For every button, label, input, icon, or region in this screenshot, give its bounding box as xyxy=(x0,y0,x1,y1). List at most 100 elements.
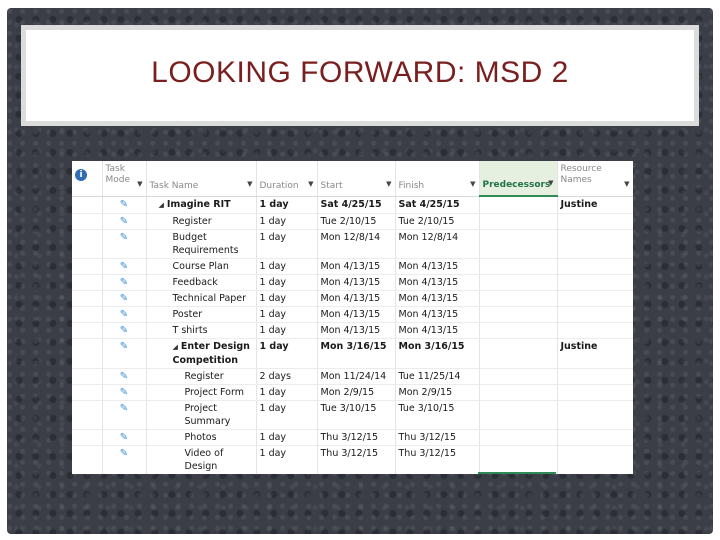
resource-cell[interactable] xyxy=(557,445,633,474)
resource-names-header[interactable]: Resource Names ▼ xyxy=(557,161,633,197)
resource-cell[interactable] xyxy=(557,322,633,339)
start-cell[interactable]: Thu 3/12/15 xyxy=(317,445,396,474)
table-row[interactable]: ✎ T shirts 1 day Mon 4/13/15 Mon 4/13/15 xyxy=(72,322,633,339)
resource-cell[interactable] xyxy=(557,213,633,230)
duration-cell[interactable]: 1 day xyxy=(256,322,318,339)
row-info-cell[interactable] xyxy=(72,196,103,214)
predecessors-cell[interactable] xyxy=(479,229,558,259)
resource-cell[interactable]: Justine xyxy=(557,338,633,369)
resource-cell[interactable] xyxy=(557,400,633,430)
resource-cell[interactable] xyxy=(557,274,633,291)
table-row[interactable]: ✎ Poster 1 day Mon 4/13/15 Mon 4/13/15 xyxy=(72,306,633,323)
predecessors-cell[interactable] xyxy=(479,306,558,323)
start-cell[interactable]: Mon 12/8/14 xyxy=(317,229,396,259)
info-header[interactable]: i xyxy=(72,161,103,197)
duration-cell[interactable]: 1 day xyxy=(256,384,318,401)
task-name-cell[interactable]: Poster xyxy=(146,306,257,323)
finish-cell[interactable]: Sat 4/25/15 xyxy=(395,196,480,214)
predecessors-cell[interactable] xyxy=(479,384,558,401)
finish-cell[interactable]: Mon 4/13/15 xyxy=(395,258,480,275)
row-info-cell[interactable] xyxy=(72,322,103,339)
task-name-cell[interactable]: Photos xyxy=(146,429,257,446)
duration-cell[interactable]: 1 day xyxy=(256,274,318,291)
row-info-cell[interactable] xyxy=(72,400,103,430)
finish-cell[interactable]: Thu 3/12/15 xyxy=(395,445,480,474)
predecessors-cell[interactable] xyxy=(479,368,558,385)
task-mode-header[interactable]: Task Mode ▼ xyxy=(102,161,147,197)
collapse-triangle-icon[interactable]: ◢ xyxy=(159,201,164,209)
row-info-cell[interactable] xyxy=(72,429,103,446)
predecessors-cell[interactable] xyxy=(479,258,558,275)
table-row[interactable]: ✎ Project Summary 1 day Tue 3/10/15 Tue 3/10… xyxy=(72,400,633,430)
predecessors-cell[interactable] xyxy=(479,400,558,430)
finish-cell[interactable]: Tue 2/10/15 xyxy=(395,213,480,230)
table-row[interactable]: ✎ Budget Requirements 1 day Mon 12/8/14 Mon … xyxy=(72,229,633,259)
task-name-cell[interactable]: Project Form xyxy=(146,384,257,401)
table-row[interactable]: ✎ Photos 1 day Thu 3/12/15 Thu 3/12/15 xyxy=(72,429,633,446)
table-row[interactable]: ✎ Course Plan 1 day Mon 4/13/15 Mon 4/13/15 xyxy=(72,258,633,275)
row-info-cell[interactable] xyxy=(72,384,103,401)
duration-cell[interactable]: 1 day xyxy=(256,338,318,369)
predecessors-cell[interactable] xyxy=(479,338,558,369)
duration-cell[interactable]: 2 days xyxy=(256,368,318,385)
dropdown-arrow-icon[interactable]: ▼ xyxy=(624,179,629,190)
row-info-cell[interactable] xyxy=(72,229,103,259)
task-name-header[interactable]: Task Name ▼ xyxy=(146,161,257,197)
duration-cell[interactable]: 1 day xyxy=(256,213,318,230)
resource-cell[interactable] xyxy=(557,368,633,385)
row-info-cell[interactable] xyxy=(72,445,103,474)
task-name-cell[interactable]: Budget Requirements xyxy=(146,229,257,259)
predecessors-cell[interactable] xyxy=(479,213,558,230)
dropdown-arrow-icon[interactable]: ▼ xyxy=(247,179,252,190)
finish-cell[interactable]: Mon 4/13/15 xyxy=(395,290,480,307)
predecessors-cell[interactable] xyxy=(479,196,558,214)
start-cell[interactable]: Mon 3/16/15 xyxy=(317,338,396,369)
predecessors-cell[interactable] xyxy=(479,290,558,307)
finish-cell[interactable]: Mon 3/16/15 xyxy=(395,338,480,369)
task-name-cell[interactable]: Register xyxy=(146,368,257,385)
task-name-cell[interactable]: Register xyxy=(146,213,257,230)
predecessors-cell[interactable] xyxy=(479,322,558,339)
start-cell[interactable]: Tue 3/10/15 xyxy=(317,400,396,430)
table-row[interactable]: ✎ Feedback 1 day Mon 4/13/15 Mon 4/13/15 xyxy=(72,274,633,291)
start-cell[interactable]: Mon 4/13/15 xyxy=(317,306,396,323)
resource-cell[interactable] xyxy=(557,306,633,323)
start-cell[interactable]: Mon 4/13/15 xyxy=(317,322,396,339)
table-row[interactable]: ✎ Technical Paper 1 day Mon 4/13/15 Mon 4/13… xyxy=(72,290,633,307)
table-row[interactable]: ✎ Register 1 day Tue 2/10/15 Tue 2/10/15 xyxy=(72,213,633,230)
predecessors-cell[interactable] xyxy=(479,274,558,291)
predecessors-header[interactable]: Predecessors ▼ xyxy=(479,161,558,197)
dropdown-arrow-icon[interactable]: ▼ xyxy=(386,179,391,190)
duration-cell[interactable]: 1 day xyxy=(256,196,318,214)
task-name-cell[interactable]: ◢ Enter Design Competition xyxy=(146,338,257,369)
collapse-triangle-icon[interactable]: ◢ xyxy=(173,343,178,351)
finish-cell[interactable]: Mon 4/13/15 xyxy=(395,306,480,323)
resource-cell[interactable] xyxy=(557,384,633,401)
row-info-cell[interactable] xyxy=(72,258,103,275)
table-row[interactable]: ✎ Project Form 1 day Mon 2/9/15 Mon 2/9/15 xyxy=(72,384,633,401)
resource-cell[interactable] xyxy=(557,229,633,259)
row-info-cell[interactable] xyxy=(72,290,103,307)
finish-cell[interactable]: Thu 3/12/15 xyxy=(395,429,480,446)
duration-header[interactable]: Duration ▼ xyxy=(256,161,318,197)
start-cell[interactable]: Mon 4/13/15 xyxy=(317,274,396,291)
task-name-cell[interactable]: Project Summary xyxy=(146,400,257,430)
row-info-cell[interactable] xyxy=(72,368,103,385)
table-row[interactable]: ✎ Video of Design 1 day Thu 3/12/15 Thu 3/12… xyxy=(72,445,633,474)
start-cell[interactable]: Mon 4/13/15 xyxy=(317,258,396,275)
task-name-cell[interactable]: Technical Paper xyxy=(146,290,257,307)
row-info-cell[interactable] xyxy=(72,213,103,230)
start-cell[interactable]: Thu 3/12/15 xyxy=(317,429,396,446)
start-cell[interactable]: Mon 4/13/15 xyxy=(317,290,396,307)
finish-cell[interactable]: Tue 11/25/14 xyxy=(395,368,480,385)
duration-cell[interactable]: 1 day xyxy=(256,400,318,430)
resource-cell[interactable]: Justine xyxy=(557,196,633,214)
finish-cell[interactable]: Mon 4/13/15 xyxy=(395,274,480,291)
task-name-cell[interactable]: Video of Design xyxy=(146,445,257,474)
row-info-cell[interactable] xyxy=(72,306,103,323)
table-row[interactable]: ✎ ◢ Enter Design Competition 1 day Mon 3/16/… xyxy=(72,338,633,369)
resource-cell[interactable] xyxy=(557,429,633,446)
task-name-cell[interactable]: Course Plan xyxy=(146,258,257,275)
duration-cell[interactable]: 1 day xyxy=(256,290,318,307)
resource-cell[interactable] xyxy=(557,290,633,307)
